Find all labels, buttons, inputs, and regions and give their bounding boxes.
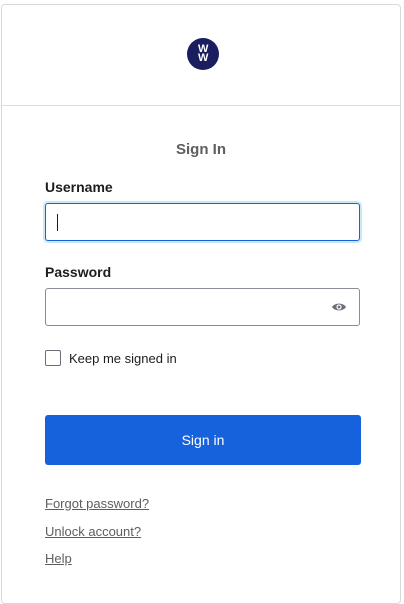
ww-logo: W W — [187, 38, 219, 70]
keep-signed-in-checkbox[interactable] — [45, 350, 61, 366]
page-title: Sign In — [176, 141, 226, 158]
username-input[interactable] — [45, 203, 360, 241]
help-link[interactable]: Help — [45, 551, 72, 566]
forgot-password-link[interactable]: Forgot password? — [45, 496, 149, 511]
password-label: Password — [45, 264, 112, 280]
card-header: W W — [2, 5, 400, 106]
username-label: Username — [45, 179, 113, 195]
text-caret — [57, 214, 58, 231]
sign-in-button[interactable]: Sign in — [45, 415, 361, 465]
unlock-account-link[interactable]: Unlock account? — [45, 524, 141, 539]
logo-letter-bottom: W — [198, 52, 208, 64]
password-input[interactable] — [45, 288, 360, 326]
eye-icon[interactable] — [331, 301, 347, 313]
sign-in-button-label: Sign in — [181, 432, 225, 448]
keep-signed-in-label: Keep me signed in — [69, 351, 177, 366]
sign-in-card: W W Sign In Username Password Keep me si… — [1, 4, 401, 604]
